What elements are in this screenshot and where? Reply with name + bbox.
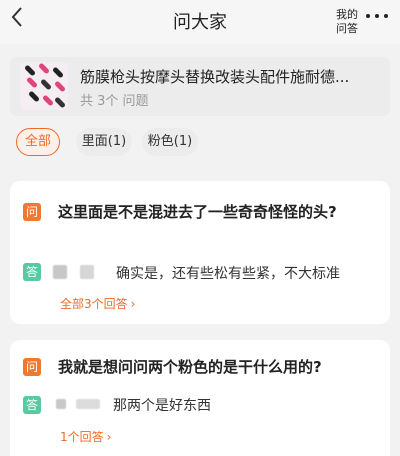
answerer-avatar: [56, 399, 66, 409]
my-questions-line1: 我的: [336, 8, 358, 21]
my-questions-line2: 问答: [336, 22, 358, 35]
answer-text: 确实是，还有些松有些紧，不大标准: [116, 266, 340, 282]
dot: [366, 14, 370, 18]
filter-all[interactable]: 全部: [16, 128, 60, 156]
product-header[interactable]: 筋膜枪头按摩头替换改装头配件施耐德... 共 3个 问题: [10, 57, 390, 116]
product-title: 筋膜枪头按摩头替换改装头配件施耐德...: [80, 68, 350, 86]
question-count: 共 3个 问题: [80, 94, 149, 109]
product-thumbnail: [20, 62, 68, 110]
all-answers-link[interactable]: 全部3个回答 ›: [60, 295, 135, 312]
question-card[interactable]: 问 这里面是不是混进去了一些奇奇怪怪的头? 答 确实是，还有些松有些紧，不大标准…: [10, 181, 390, 324]
more-dots-icon[interactable]: [366, 12, 388, 20]
dot: [375, 14, 379, 18]
all-answers-link[interactable]: 1个回答 ›: [60, 428, 111, 445]
nav-bar: 问大家 我的 问答: [0, 0, 400, 44]
answer-text: 那两个是好东西: [113, 398, 211, 414]
filter-pink[interactable]: 粉色(1): [142, 128, 198, 156]
answerer-name: [80, 265, 94, 279]
question-card[interactable]: 问 我就是想问问两个粉色的是干什么用的? 答 那两个是好东西 1个回答 ›: [10, 340, 390, 456]
filter-inside[interactable]: 里面(1): [76, 128, 132, 156]
chevron-right-icon: ›: [106, 430, 112, 444]
answer-badge: 答: [23, 396, 41, 414]
answerer-name: [76, 399, 100, 409]
chevron-right-icon: ›: [130, 297, 136, 311]
question-text: 这里面是不是混进去了一些奇奇怪怪的头?: [58, 203, 337, 221]
question-badge: 问: [23, 358, 41, 376]
answer-badge: 答: [23, 263, 41, 281]
dot: [384, 14, 388, 18]
answerer-avatar: [53, 265, 67, 279]
question-badge: 问: [23, 203, 41, 221]
filter-tabs: 全部 里面(1) 粉色(1): [16, 128, 386, 156]
my-questions-button[interactable]: 我的 问答: [334, 8, 360, 36]
question-text: 我就是想问问两个粉色的是干什么用的?: [58, 358, 322, 376]
all-answers-label: 全部3个回答: [60, 297, 128, 311]
all-answers-label: 1个回答: [60, 430, 104, 444]
